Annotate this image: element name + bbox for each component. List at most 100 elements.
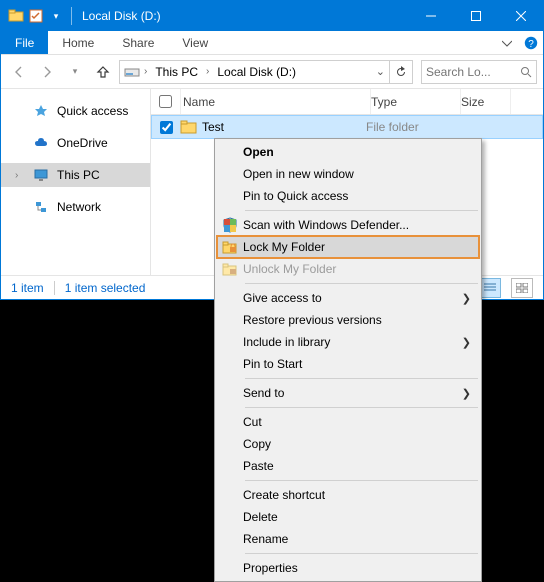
navigation-pane: › Quick access › OneDrive › This PC › Ne…	[1, 89, 151, 275]
close-button[interactable]	[498, 1, 543, 31]
chevron-right-icon[interactable]: ›	[15, 170, 25, 181]
recent-dropdown-icon[interactable]: ▾	[63, 60, 87, 84]
back-button[interactable]	[7, 60, 31, 84]
details-view-button[interactable]	[479, 278, 501, 298]
nav-quick-access[interactable]: › Quick access	[1, 99, 150, 123]
menu-item-label: Restore previous versions	[243, 313, 471, 327]
menu-item-label: Cut	[243, 415, 471, 429]
chevron-right-icon[interactable]: ›	[144, 66, 147, 77]
address-bar-row: ▾ › This PC › Local Disk (D:) ⌄	[1, 55, 543, 89]
row-checkbox[interactable]	[160, 121, 173, 134]
submenu-arrow-icon: ❯	[462, 292, 471, 305]
refresh-button[interactable]	[389, 60, 413, 84]
menu-separator	[245, 407, 478, 408]
menu-separator	[245, 210, 478, 211]
menu-item[interactable]: Include in library❯	[217, 331, 479, 353]
row-name: Test	[202, 120, 224, 134]
menu-item[interactable]: Open	[217, 141, 479, 163]
status-selected: 1 item selected	[65, 281, 146, 295]
drive-icon	[124, 64, 140, 80]
menu-item-label: Scan with Windows Defender...	[243, 218, 471, 232]
file-row[interactable]: Test File folder	[151, 115, 543, 139]
col-size[interactable]: Size	[461, 89, 511, 114]
select-all-checkbox[interactable]	[159, 95, 172, 108]
maximize-button[interactable]	[453, 1, 498, 31]
menu-item[interactable]: Cut	[217, 411, 479, 433]
nav-network[interactable]: › Network	[1, 195, 150, 219]
search-input[interactable]	[426, 65, 520, 79]
file-tab[interactable]: File	[1, 31, 48, 54]
menu-item[interactable]: Paste	[217, 455, 479, 477]
menu-item[interactable]: Copy	[217, 433, 479, 455]
forward-button[interactable]	[35, 60, 59, 84]
menu-item[interactable]: Create shortcut	[217, 484, 479, 506]
help-icon[interactable]: ?	[519, 31, 543, 54]
ribbon-expand-icon[interactable]	[495, 31, 519, 54]
nav-this-pc[interactable]: › This PC	[1, 163, 150, 187]
column-headers: Name Type Size	[151, 89, 543, 115]
unlockfolder-icon	[217, 261, 243, 277]
star-icon	[33, 103, 49, 119]
menu-item-label: Pin to Quick access	[243, 189, 471, 203]
menu-item[interactable]: Open in new window	[217, 163, 479, 185]
menu-item[interactable]: Rename	[217, 528, 479, 550]
nav-label: Network	[57, 200, 101, 214]
folder-icon	[7, 7, 25, 25]
minimize-button[interactable]	[408, 1, 453, 31]
cloud-icon	[33, 135, 49, 151]
tab-home[interactable]: Home	[48, 31, 108, 54]
menu-item-label: Send to	[243, 386, 462, 400]
submenu-arrow-icon: ❯	[462, 336, 471, 349]
menu-item-label: Properties	[243, 561, 471, 575]
folder-icon	[180, 118, 198, 136]
chevron-right-icon[interactable]: ›	[206, 66, 209, 77]
menu-item: Unlock My Folder	[217, 258, 479, 280]
menu-item-label: Open	[243, 145, 471, 159]
up-button[interactable]	[91, 60, 115, 84]
status-count: 1 item	[11, 281, 44, 295]
menu-item-label: Open in new window	[243, 167, 471, 181]
crumb-drive[interactable]: Local Disk (D:)	[213, 65, 300, 79]
menu-item-label: Paste	[243, 459, 471, 473]
qat-dropdown-icon[interactable]: ▾	[47, 7, 65, 25]
svg-text:?: ?	[528, 39, 534, 50]
search-icon[interactable]	[520, 66, 532, 78]
thumbnails-view-button[interactable]	[511, 278, 533, 298]
shield-icon	[217, 217, 243, 233]
crumb-this-pc[interactable]: This PC	[151, 65, 202, 79]
menu-item[interactable]: Lock My Folder	[217, 236, 479, 258]
titlebar: ▾ Local Disk (D:)	[1, 1, 543, 31]
menu-separator	[245, 378, 478, 379]
menu-item[interactable]: Give access to❯	[217, 287, 479, 309]
menu-item-label: Give access to	[243, 291, 462, 305]
address-bar[interactable]: › This PC › Local Disk (D:) ⌄	[119, 60, 390, 84]
row-type: File folder	[366, 120, 456, 134]
menu-item-label: Unlock My Folder	[243, 262, 471, 276]
search-box[interactable]	[421, 60, 537, 84]
submenu-arrow-icon: ❯	[462, 387, 471, 400]
col-type[interactable]: Type	[371, 89, 461, 114]
tab-view[interactable]: View	[168, 31, 222, 54]
col-name[interactable]: Name	[181, 89, 371, 114]
menu-item[interactable]: Pin to Start	[217, 353, 479, 375]
menu-item-label: Copy	[243, 437, 471, 451]
menu-item-label: Rename	[243, 532, 471, 546]
menu-separator	[245, 283, 478, 284]
menu-separator	[245, 553, 478, 554]
menu-item[interactable]: Restore previous versions	[217, 309, 479, 331]
menu-item[interactable]: Delete	[217, 506, 479, 528]
menu-item-label: Pin to Start	[243, 357, 471, 371]
nav-onedrive[interactable]: › OneDrive	[1, 131, 150, 155]
tab-share[interactable]: Share	[108, 31, 168, 54]
lockfolder-icon	[217, 239, 243, 255]
menu-item[interactable]: Pin to Quick access	[217, 185, 479, 207]
window-title: Local Disk (D:)	[78, 9, 161, 23]
menu-item[interactable]: Send to❯	[217, 382, 479, 404]
monitor-icon	[33, 167, 49, 183]
network-icon	[33, 199, 49, 215]
nav-label: OneDrive	[57, 136, 108, 150]
menu-item[interactable]: Scan with Windows Defender...	[217, 214, 479, 236]
properties-qat-icon[interactable]	[27, 7, 45, 25]
nav-label: This PC	[57, 168, 100, 182]
address-dropdown-icon[interactable]: ⌄	[376, 65, 385, 78]
